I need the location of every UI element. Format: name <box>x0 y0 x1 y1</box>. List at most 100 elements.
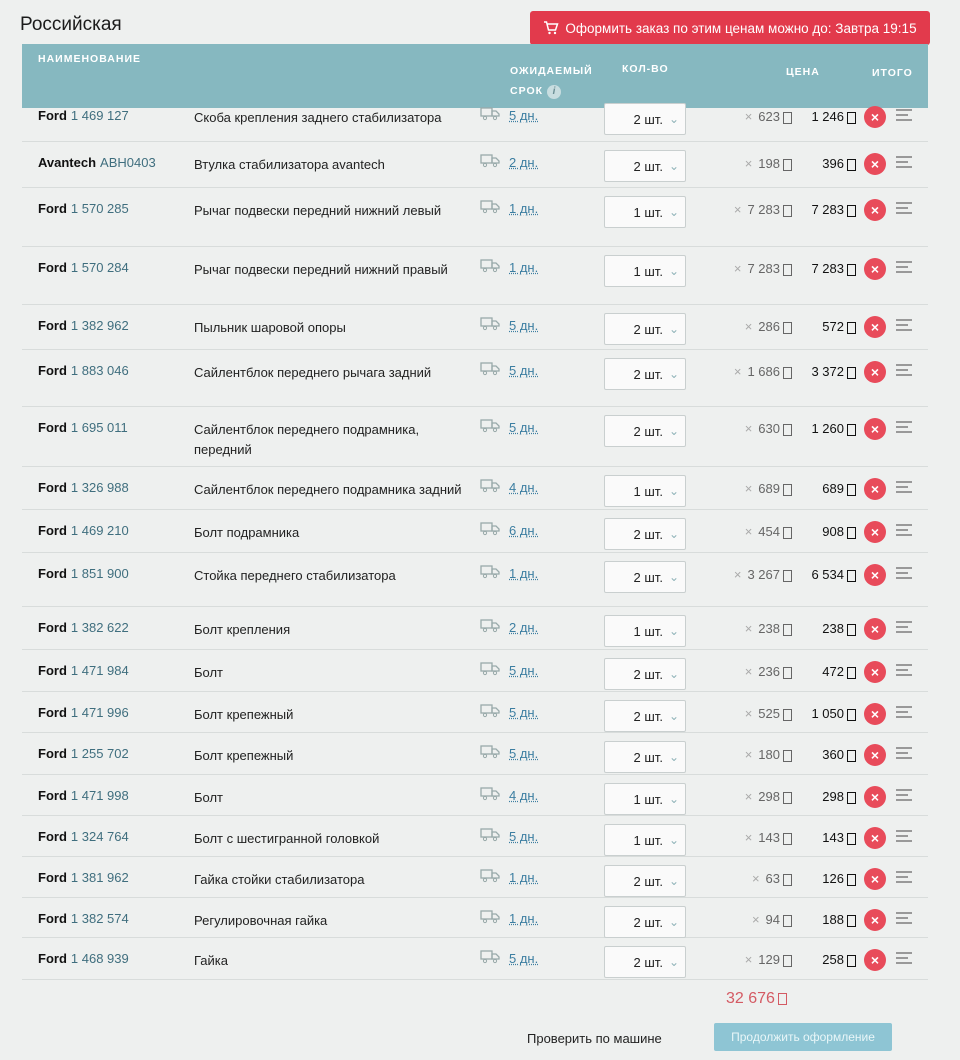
delivery-term-link[interactable]: 5 дн. <box>509 951 538 966</box>
quantity-select[interactable]: 2 шт. ⌄ <box>604 358 686 390</box>
drag-handle-icon[interactable] <box>896 481 912 493</box>
delivery-term-link[interactable]: 5 дн. <box>509 746 538 761</box>
remove-item-button[interactable]: × <box>864 949 886 971</box>
quantity-select[interactable]: 2 шт. ⌄ <box>604 518 686 550</box>
part-number[interactable]: 1 468 939 <box>71 951 129 966</box>
continue-checkout-button[interactable]: Продолжить оформление <box>714 1023 892 1051</box>
check-by-car-link[interactable]: Проверить по машине <box>527 1031 662 1046</box>
drag-handle-icon[interactable] <box>896 912 912 924</box>
quantity-select[interactable]: 2 шт. ⌄ <box>604 103 686 135</box>
part-number[interactable]: 1 851 900 <box>71 566 129 581</box>
part-number[interactable]: 1 471 984 <box>71 663 129 678</box>
remove-item-button[interactable]: × <box>864 106 886 128</box>
drag-handle-icon[interactable] <box>896 830 912 842</box>
part-number[interactable]: 1 570 284 <box>71 260 129 275</box>
drag-handle-icon[interactable] <box>896 747 912 759</box>
delivery-term-link[interactable]: 1 дн. <box>509 911 538 926</box>
drag-handle-icon[interactable] <box>896 202 912 214</box>
quantity-select[interactable]: 1 шт. ⌄ <box>604 824 686 856</box>
delivery-term-link[interactable]: 1 дн. <box>509 260 538 275</box>
part-number[interactable]: 1 695 011 <box>71 420 128 435</box>
quantity-select[interactable]: 1 шт. ⌄ <box>604 783 686 815</box>
part-number[interactable]: 1 382 622 <box>71 620 129 635</box>
remove-item-button[interactable]: × <box>864 361 886 383</box>
part-number[interactable]: 1 382 574 <box>71 911 129 926</box>
remove-item-button[interactable]: × <box>864 478 886 500</box>
delivery-term-link[interactable]: 5 дн. <box>509 420 538 435</box>
remove-item-button[interactable]: × <box>864 786 886 808</box>
drag-handle-icon[interactable] <box>896 567 912 579</box>
remove-item-button[interactable]: × <box>864 618 886 640</box>
part-number[interactable]: 1 469 210 <box>71 523 129 538</box>
drag-handle-icon[interactable] <box>896 664 912 676</box>
delivery-term-link[interactable]: 4 дн. <box>509 788 538 803</box>
drag-handle-icon[interactable] <box>896 871 912 883</box>
delivery-term-link[interactable]: 2 дн. <box>509 155 538 170</box>
remove-item-button[interactable]: × <box>864 521 886 543</box>
brand-name: Avantech <box>38 155 97 170</box>
drag-handle-icon[interactable] <box>896 364 912 376</box>
drag-handle-icon[interactable] <box>896 421 912 433</box>
quantity-select[interactable]: 2 шт. ⌄ <box>604 658 686 690</box>
remove-item-button[interactable]: × <box>864 703 886 725</box>
quantity-select[interactable]: 2 шт. ⌄ <box>604 865 686 897</box>
drag-handle-icon[interactable] <box>896 789 912 801</box>
quantity-select[interactable]: 1 шт. ⌄ <box>604 255 686 287</box>
part-number[interactable]: 1 469 127 <box>71 108 129 123</box>
quantity-select[interactable]: 2 шт. ⌄ <box>604 313 686 345</box>
delivery-term-link[interactable]: 5 дн. <box>509 663 538 678</box>
quantity-select[interactable]: 1 шт. ⌄ <box>604 475 686 507</box>
delivery-term-link[interactable]: 5 дн. <box>509 705 538 720</box>
quantity-select[interactable]: 2 шт. ⌄ <box>604 415 686 447</box>
part-number[interactable]: 1 326 988 <box>71 480 129 495</box>
drag-handle-icon[interactable] <box>896 261 912 273</box>
remove-item-button[interactable]: × <box>864 744 886 766</box>
delivery-term-link[interactable]: 5 дн. <box>509 108 538 123</box>
order-deadline-banner[interactable]: Оформить заказ по этим ценам можно до: З… <box>530 11 930 45</box>
drag-handle-icon[interactable] <box>896 109 912 121</box>
part-number[interactable]: 1 883 046 <box>71 363 129 378</box>
remove-item-button[interactable]: × <box>864 199 886 221</box>
quantity-select[interactable]: 1 шт. ⌄ <box>604 615 686 647</box>
delivery-term-link[interactable]: 4 дн. <box>509 480 538 495</box>
quantity-select[interactable]: 1 шт. ⌄ <box>604 196 686 228</box>
delivery-term-link[interactable]: 1 дн. <box>509 566 538 581</box>
part-number[interactable]: ABH0403 <box>100 155 156 170</box>
quantity-select[interactable]: 2 шт. ⌄ <box>604 700 686 732</box>
drag-handle-icon[interactable] <box>896 952 912 964</box>
remove-item-button[interactable]: × <box>864 564 886 586</box>
quantity-select[interactable]: 2 шт. ⌄ <box>604 741 686 773</box>
drag-handle-icon[interactable] <box>896 319 912 331</box>
table-row: Ford 1 695 011 Сайлентблок переднего подр… <box>22 407 928 467</box>
remove-item-button[interactable]: × <box>864 909 886 931</box>
delivery-term-link[interactable]: 5 дн. <box>509 363 538 378</box>
quantity-select[interactable]: 2 шт. ⌄ <box>604 150 686 182</box>
delivery-term-link[interactable]: 5 дн. <box>509 318 538 333</box>
delivery-term-link[interactable]: 5 дн. <box>509 829 538 844</box>
delivery-term-link[interactable]: 2 дн. <box>509 620 538 635</box>
delivery-term-link[interactable]: 1 дн. <box>509 870 538 885</box>
remove-item-button[interactable]: × <box>864 827 886 849</box>
drag-handle-icon[interactable] <box>896 524 912 536</box>
remove-item-button[interactable]: × <box>864 316 886 338</box>
part-number[interactable]: 1 382 962 <box>71 318 129 333</box>
part-number[interactable]: 1 471 996 <box>71 705 129 720</box>
part-number[interactable]: 1 570 285 <box>71 201 129 216</box>
remove-item-button[interactable]: × <box>864 418 886 440</box>
quantity-select[interactable]: 2 шт. ⌄ <box>604 561 686 593</box>
part-number[interactable]: 1 381 962 <box>71 870 129 885</box>
part-number[interactable]: 1 471 998 <box>71 788 129 803</box>
drag-handle-icon[interactable] <box>896 706 912 718</box>
part-number[interactable]: 1 255 702 <box>71 746 129 761</box>
quantity-select[interactable]: 2 шт. ⌄ <box>604 946 686 978</box>
remove-item-button[interactable]: × <box>864 868 886 890</box>
quantity-select[interactable]: 2 шт. ⌄ <box>604 906 686 938</box>
part-number[interactable]: 1 324 764 <box>71 829 129 844</box>
delivery-term-link[interactable]: 1 дн. <box>509 201 538 216</box>
drag-handle-icon[interactable] <box>896 156 912 168</box>
remove-item-button[interactable]: × <box>864 258 886 280</box>
remove-item-button[interactable]: × <box>864 153 886 175</box>
delivery-term-link[interactable]: 6 дн. <box>509 523 538 538</box>
remove-item-button[interactable]: × <box>864 661 886 683</box>
drag-handle-icon[interactable] <box>896 621 912 633</box>
